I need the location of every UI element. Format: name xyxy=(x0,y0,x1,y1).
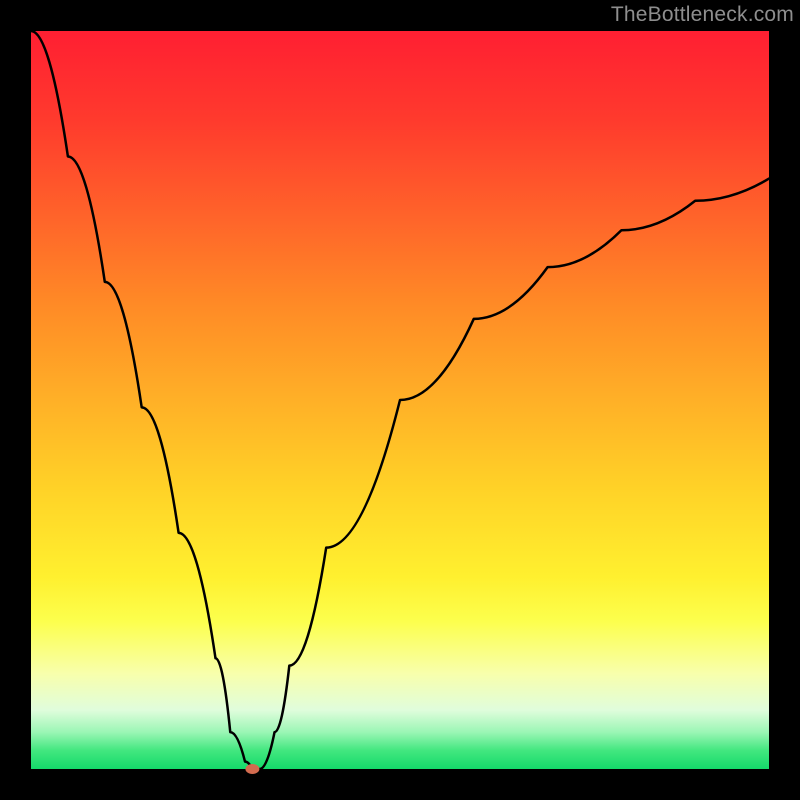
chart-frame: TheBottleneck.com xyxy=(0,0,800,800)
bottleneck-curve xyxy=(31,31,769,769)
watermark-text: TheBottleneck.com xyxy=(611,3,794,27)
plot-area xyxy=(31,31,769,769)
optimal-point-marker xyxy=(245,764,259,774)
